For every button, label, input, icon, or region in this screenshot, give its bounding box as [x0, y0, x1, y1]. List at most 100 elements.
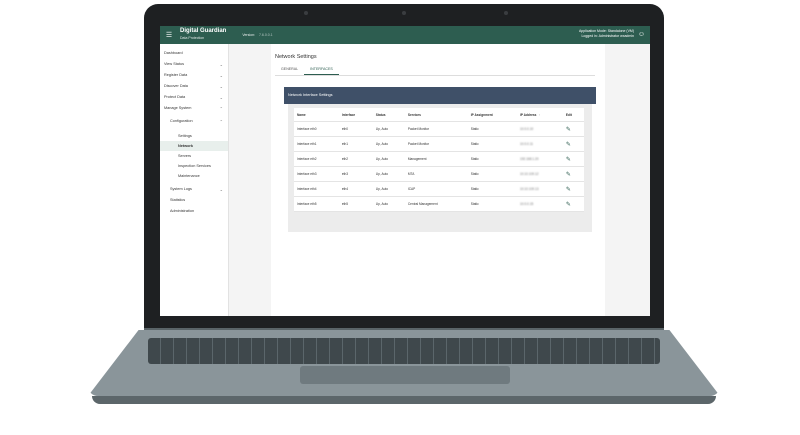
- column-header-ip-address[interactable]: IP Address ↑: [516, 108, 563, 122]
- sidebar-item-discover-data[interactable]: Discover Data ⌄: [160, 81, 228, 92]
- sidebar-item-inspection-services[interactable]: Inspection Services: [160, 161, 228, 171]
- pencil-icon[interactable]: ✎: [566, 172, 571, 178]
- webcam-icon: [402, 11, 406, 15]
- cell-name: Interface eth5: [294, 196, 339, 212]
- cell-interface: eth4: [338, 181, 373, 197]
- pencil-icon[interactable]: ✎: [566, 142, 571, 148]
- cell-status: Up, Auto: [372, 151, 405, 167]
- pencil-icon[interactable]: ✎: [566, 187, 571, 193]
- sidebar-item-label: Administration: [170, 209, 195, 213]
- sidebar-item-label: Protect Data: [164, 95, 186, 99]
- sidebar-item-system-logs[interactable]: System Logs ⌄: [160, 184, 228, 195]
- user-icon[interactable]: ☺: [638, 31, 645, 38]
- cell-ip-assignment: Static: [467, 151, 517, 167]
- sidebar-item-label: Settings: [178, 134, 192, 138]
- cell-ip-assignment: Static: [467, 181, 517, 197]
- cell-ip-address: 10.0.0.15: [516, 196, 563, 212]
- cell-ip-address: 10.0.0.10: [516, 121, 563, 137]
- cell-services: Management: [404, 151, 468, 167]
- hamburger-icon[interactable]: ☰: [162, 31, 176, 39]
- cell-interface: eth1: [338, 136, 373, 152]
- cell-services: Packet Monitor: [404, 121, 468, 137]
- sidebar-item-dashboard[interactable]: Dashboard: [160, 48, 228, 59]
- cell-name: Interface eth4: [294, 181, 339, 197]
- sidebar-item-protect-data[interactable]: Protect Data ⌄: [160, 92, 228, 103]
- sidebar-item-label: Register Data: [164, 73, 188, 77]
- table-row: Interface eth3 eth3 Up, Auto MTA Static …: [294, 166, 584, 182]
- panel-title: Network Interface Settings: [284, 87, 596, 104]
- sidebar-item-network[interactable]: Network: [160, 141, 228, 151]
- pencil-icon[interactable]: ✎: [566, 127, 571, 133]
- chevron-up-icon: ⌃: [219, 119, 223, 124]
- cell-status: Up, Auto: [372, 181, 405, 197]
- column-header[interactable]: Name: [294, 108, 339, 122]
- page-title: Network Settings: [275, 54, 317, 60]
- cell-name: Interface eth0: [294, 121, 339, 137]
- sidebar-item-configuration[interactable]: Configuration ⌃: [160, 116, 228, 127]
- column-header[interactable]: Interface: [338, 108, 373, 122]
- edit-cell: ✎: [562, 151, 584, 167]
- sort-arrow-icon[interactable]: ↑: [538, 113, 540, 117]
- sidebar-item-view-status[interactable]: View Status ⌄: [160, 59, 228, 70]
- sidebar-item-administration[interactable]: Administration: [160, 206, 228, 217]
- table-row: Interface eth4 eth4 Up, Auto ICAP Static…: [294, 181, 584, 197]
- touchpad: [300, 366, 510, 384]
- version-value: 7.6.0.0.1: [259, 33, 273, 37]
- tab-interfaces[interactable]: INTERFACES: [304, 66, 339, 75]
- sidebar-item-servers[interactable]: Servers: [160, 151, 228, 161]
- sidebar-item-label: Servers: [178, 154, 192, 158]
- column-header[interactable]: Services: [404, 108, 468, 122]
- column-header[interactable]: IP Assignment: [467, 108, 517, 122]
- column-header-label: IP Address: [519, 112, 537, 117]
- table-row: Interface eth0 eth0 Up, Auto Packet Moni…: [294, 121, 584, 137]
- column-header[interactable]: Status: [372, 108, 405, 122]
- chevron-down-icon: ⌄: [219, 62, 223, 67]
- table-row: Interface eth5 eth5 Up, Auto Central Man…: [294, 196, 584, 212]
- cell-ip-assignment: Static: [467, 136, 517, 152]
- cell-name: Interface eth1: [294, 136, 339, 152]
- laptop-base-edge: [92, 396, 716, 404]
- sidebar-item-register-data[interactable]: Register Data ⌄: [160, 70, 228, 81]
- cell-interface: eth2: [338, 151, 373, 167]
- cell-name: Interface eth2: [294, 151, 339, 167]
- edit-cell: ✎: [562, 196, 584, 212]
- pencil-icon[interactable]: ✎: [566, 202, 571, 208]
- sidebar-item-label: Configuration: [170, 119, 193, 123]
- table-header-row: Name Interface Status Services IP Assign…: [294, 108, 584, 122]
- content-margin: [605, 44, 650, 316]
- sidebar-item-label: Manage System: [164, 106, 192, 110]
- table-row: Interface eth1 eth1 Up, Auto Packet Moni…: [294, 136, 584, 152]
- cell-ip-address: 10.10.100.12: [516, 166, 563, 182]
- chevron-down-icon: ⌄: [219, 73, 223, 78]
- main-content: Network Settings GENERAL INTERFACES Netw…: [271, 44, 605, 316]
- version: Version: 7.6.0.0.1: [242, 33, 272, 37]
- keyboard: [148, 338, 660, 364]
- logged-in-user: Logged in: Administrator wxadmin: [581, 34, 634, 38]
- sidebar-item-label: Maintenance: [178, 174, 200, 178]
- edit-cell: ✎: [562, 121, 584, 137]
- cell-interface: eth5: [338, 196, 373, 212]
- sidebar-item-statistics[interactable]: Statistics: [160, 195, 228, 206]
- table-row: Interface eth2 eth2 Up, Auto Management …: [294, 151, 584, 167]
- sidebar-item-label: View Status: [164, 62, 184, 66]
- content-margin: [229, 44, 271, 316]
- cell-status: Up, Auto: [372, 136, 405, 152]
- cell-ip-address: 192.168.1.20: [516, 151, 563, 167]
- sidebar-item-manage-system[interactable]: Manage System ⌃: [160, 103, 228, 114]
- sidebar-item-maintenance[interactable]: Maintenance: [160, 171, 228, 181]
- pencil-icon[interactable]: ✎: [566, 157, 571, 163]
- brand: Digital Guardian Data Protection: [180, 28, 226, 42]
- session-info: Application Mode: Standalone (VM) Logged…: [579, 29, 634, 39]
- sidebar-item-settings[interactable]: Settings: [160, 131, 228, 141]
- chevron-down-icon: ⌄: [219, 95, 223, 100]
- cell-status: Up, Auto: [372, 166, 405, 182]
- tab-divider: [275, 75, 595, 76]
- cell-status: Up, Auto: [372, 121, 405, 137]
- tab-general[interactable]: GENERAL: [275, 66, 304, 75]
- edit-cell: ✎: [562, 181, 584, 197]
- edit-cell: ✎: [562, 136, 584, 152]
- interfaces-panel: Name Interface Status Services IP Assign…: [288, 104, 592, 232]
- sidebar: Dashboard View Status ⌄ Register Data ⌄ Di…: [160, 44, 229, 316]
- brand-sub: Data Protection: [180, 36, 205, 40]
- cell-ip-assignment: Static: [467, 196, 517, 212]
